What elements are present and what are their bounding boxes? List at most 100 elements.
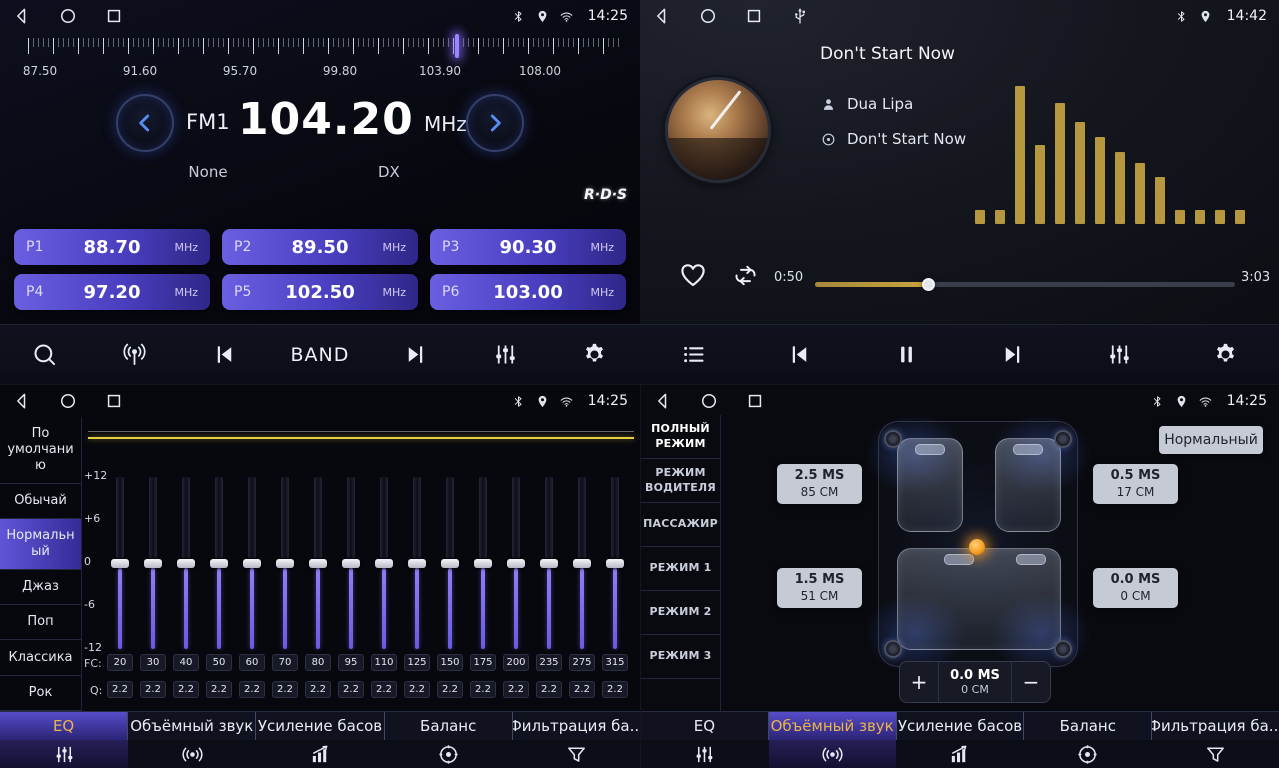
tune-up-button[interactable] (466, 94, 524, 152)
eq-slider-thumb[interactable] (243, 559, 261, 568)
eq-tab-icon-cell-4[interactable] (512, 740, 640, 768)
nav-back-icon[interactable] (12, 391, 32, 411)
sound-mode-item[interactable]: РЕЖИМ 2 (641, 591, 720, 635)
seat-front-right[interactable] (995, 438, 1061, 532)
eq-tab-icon-cell-1[interactable] (128, 740, 256, 768)
progress-knob[interactable] (922, 278, 935, 291)
eq-band-slider[interactable] (474, 477, 492, 649)
nav-recent-icon[interactable] (104, 6, 124, 26)
sound-mode-item[interactable]: ПАССАЖИР (641, 503, 720, 547)
eq-band-slider[interactable] (243, 477, 261, 649)
sf-tab-icon-cell-3[interactable] (1024, 740, 1152, 768)
favorite-button[interactable] (678, 260, 708, 290)
frequency-ruler[interactable] (28, 38, 620, 56)
eq-slider-thumb[interactable] (342, 559, 360, 568)
listening-position-dot[interactable] (969, 539, 985, 555)
equalizer-button[interactable] (481, 331, 529, 379)
nav-home-icon[interactable] (58, 6, 78, 26)
eq-preset-item[interactable]: Обычай (0, 484, 81, 519)
sound-mode-item[interactable]: РЕЖИМ 1 (641, 547, 720, 591)
increase-button[interactable]: + (900, 662, 938, 702)
eq-tab-icon-cell-3[interactable] (384, 740, 512, 768)
sf-tab-icon-cell-0[interactable] (641, 740, 769, 768)
tune-down-button[interactable] (116, 94, 174, 152)
eq-band-slider[interactable] (540, 477, 558, 649)
settings-button[interactable] (571, 331, 619, 379)
nav-back-icon[interactable] (653, 391, 673, 411)
eq-band-slider[interactable] (507, 477, 525, 649)
seat-front-left[interactable] (897, 438, 963, 532)
sf-tab-4[interactable]: Фильтрация ба... (1152, 712, 1279, 740)
eq-slider-thumb[interactable] (474, 559, 492, 568)
eq-band-slider[interactable] (342, 477, 360, 649)
decrease-button[interactable]: − (1012, 662, 1050, 702)
sound-preset-button[interactable]: Нормальный (1159, 426, 1263, 454)
delay-front-right[interactable]: 0.5 MS 17 CM (1093, 464, 1178, 504)
nav-back-icon[interactable] (12, 6, 32, 26)
eq-tab-2[interactable]: Усиление басов (256, 712, 384, 740)
eq-slider-thumb[interactable] (210, 559, 228, 568)
nav-recent-icon[interactable] (104, 391, 124, 411)
eq-band-slider[interactable] (606, 477, 624, 649)
nav-recent-icon[interactable] (745, 391, 765, 411)
eq-preset-item[interactable]: По умолчанию (0, 417, 81, 484)
nav-home-icon[interactable] (698, 6, 718, 26)
sf-tab-0[interactable]: EQ (641, 712, 769, 740)
eq-slider-thumb[interactable] (375, 559, 393, 568)
eq-band-slider[interactable] (210, 477, 228, 649)
eq-band-slider[interactable] (276, 477, 294, 649)
sf-tab-icon-cell-2[interactable] (896, 740, 1024, 768)
preset-P2[interactable]: P289.50MHz (222, 229, 418, 265)
eq-tab-3[interactable]: Баланс (385, 712, 513, 740)
eq-band-slider[interactable] (408, 477, 426, 649)
eq-slider-thumb[interactable] (507, 559, 525, 568)
band-button[interactable]: BAND (291, 344, 350, 366)
next-track-button[interactable] (989, 331, 1037, 379)
equalizer-button[interactable] (1095, 331, 1143, 379)
radio-mode-button[interactable] (111, 331, 159, 379)
eq-band-slider[interactable] (573, 477, 591, 649)
nav-recent-icon[interactable] (744, 6, 764, 26)
sound-mode-item[interactable]: ПОЛНЫЙ РЕЖИМ (641, 415, 720, 459)
eq-preset-item[interactable]: Джаз (0, 570, 81, 605)
repeat-button[interactable] (732, 262, 759, 289)
eq-preset-item[interactable]: Поп (0, 605, 81, 640)
eq-tab-0[interactable]: EQ (0, 712, 128, 740)
preset-P3[interactable]: P390.30MHz (430, 229, 626, 265)
eq-preset-item[interactable]: Классика (0, 640, 81, 675)
delay-front-left[interactable]: 2.5 MS 85 CM (777, 464, 862, 504)
preset-P5[interactable]: P5102.50MHz (222, 274, 418, 310)
scan-button[interactable] (21, 331, 69, 379)
delay-rear-right[interactable]: 0.0 MS 0 CM (1093, 568, 1178, 608)
playlist-button[interactable] (669, 331, 717, 379)
eq-tab-1[interactable]: Объёмный звук (128, 712, 256, 740)
eq-band-slider[interactable] (375, 477, 393, 649)
eq-slider-thumb[interactable] (606, 559, 624, 568)
eq-slider-thumb[interactable] (144, 559, 162, 568)
eq-slider-thumb[interactable] (573, 559, 591, 568)
preset-P6[interactable]: P6103.00MHz (430, 274, 626, 310)
eq-slider-thumb[interactable] (309, 559, 327, 568)
preset-P1[interactable]: P188.70MHz (14, 229, 210, 265)
eq-tab-icon-cell-2[interactable] (256, 740, 384, 768)
nav-home-icon[interactable] (699, 391, 719, 411)
sf-tab-3[interactable]: Баланс (1024, 712, 1152, 740)
eq-slider-thumb[interactable] (111, 559, 129, 568)
eq-tab-4[interactable]: Фильтрация ба... (513, 712, 640, 740)
eq-slider-thumb[interactable] (177, 559, 195, 568)
eq-band-slider[interactable] (309, 477, 327, 649)
sf-tab-2[interactable]: Усиление басов (897, 712, 1025, 740)
eq-band-slider[interactable] (177, 477, 195, 649)
eq-preset-item[interactable]: Нормальный (0, 519, 81, 570)
eq-band-slider[interactable] (111, 477, 129, 649)
previous-track-button[interactable] (776, 331, 824, 379)
progress-bar[interactable] (815, 282, 1235, 287)
sound-mode-item[interactable]: РЕЖИМ ВОДИТЕЛЯ (641, 459, 720, 503)
settings-button[interactable] (1202, 331, 1250, 379)
seat-rear[interactable] (897, 548, 1061, 650)
seek-up-button[interactable] (391, 331, 439, 379)
sf-tab-icon-cell-4[interactable] (1151, 740, 1279, 768)
eq-band-slider[interactable] (144, 477, 162, 649)
sf-tab-icon-cell-1[interactable] (769, 740, 897, 768)
sound-mode-item[interactable]: РЕЖИМ 3 (641, 635, 720, 679)
